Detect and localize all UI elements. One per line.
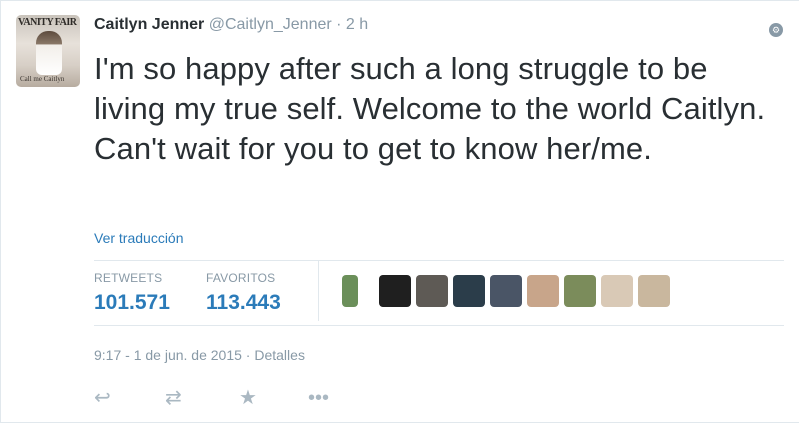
tweet-card: VANITY FAIR Call me Caitlyn Caitlyn Jenn… (0, 0, 799, 423)
retweets-count: 101.571 (94, 291, 170, 314)
favoriter-avatar[interactable] (379, 275, 411, 307)
divider-top (94, 260, 784, 261)
avatar-masthead: VANITY FAIR (18, 17, 77, 28)
favoriter-avatar[interactable] (638, 275, 670, 307)
retweet-icon[interactable]: ⇄ (165, 387, 182, 409)
avatar-figure (36, 31, 62, 75)
tweet-header: Caitlyn Jenner @Caitlyn_Jenner · 2 h (94, 16, 368, 34)
tweet-meta: 9:17 - 1 de jun. de 2015 · Detalles (94, 347, 305, 363)
stats-divider (318, 261, 319, 321)
favoriter-avatar[interactable] (564, 275, 596, 307)
retweets-stat[interactable]: RETWEETS 101.571 (94, 271, 170, 315)
gear-icon[interactable]: ⚙ (769, 23, 783, 37)
tweet-timestamp[interactable]: 9:17 - 1 de jun. de 2015 (94, 347, 242, 363)
tweet-text: I'm so happy after such a long struggle … (94, 51, 766, 166)
favorites-count: 113.443 (206, 291, 281, 314)
avatar-caption: Call me Caitlyn (20, 75, 65, 83)
tweet-time[interactable]: 2 h (346, 16, 368, 33)
favorites-stat[interactable]: FAVORITOS 113.443 (206, 271, 281, 315)
reply-icon[interactable]: ↩ (94, 387, 111, 409)
avatar[interactable]: VANITY FAIR Call me Caitlyn (16, 15, 80, 87)
favoriter-avatar[interactable] (453, 275, 485, 307)
star-icon[interactable]: ★ (239, 387, 257, 409)
header-separator: · (336, 16, 342, 33)
favoriter-avatar[interactable] (416, 275, 448, 307)
translate-link[interactable]: Ver traducción (94, 230, 184, 246)
favoriter-avatar[interactable] (527, 275, 559, 307)
favoriter-avatar[interactable] (490, 275, 522, 307)
author-handle[interactable]: @Caitlyn_Jenner (209, 16, 332, 33)
retweets-label: RETWEETS (94, 271, 163, 285)
favoriter-avatar[interactable] (601, 275, 633, 307)
details-link[interactable]: Detalles (254, 347, 305, 363)
meta-separator: · (245, 347, 251, 363)
ellipsis-icon[interactable]: ••• (308, 387, 329, 409)
favorites-label: FAVORITOS (206, 271, 276, 285)
author-name[interactable]: Caitlyn Jenner (94, 16, 204, 33)
favoriter-avatar[interactable] (342, 275, 358, 307)
divider-bottom (94, 325, 784, 326)
